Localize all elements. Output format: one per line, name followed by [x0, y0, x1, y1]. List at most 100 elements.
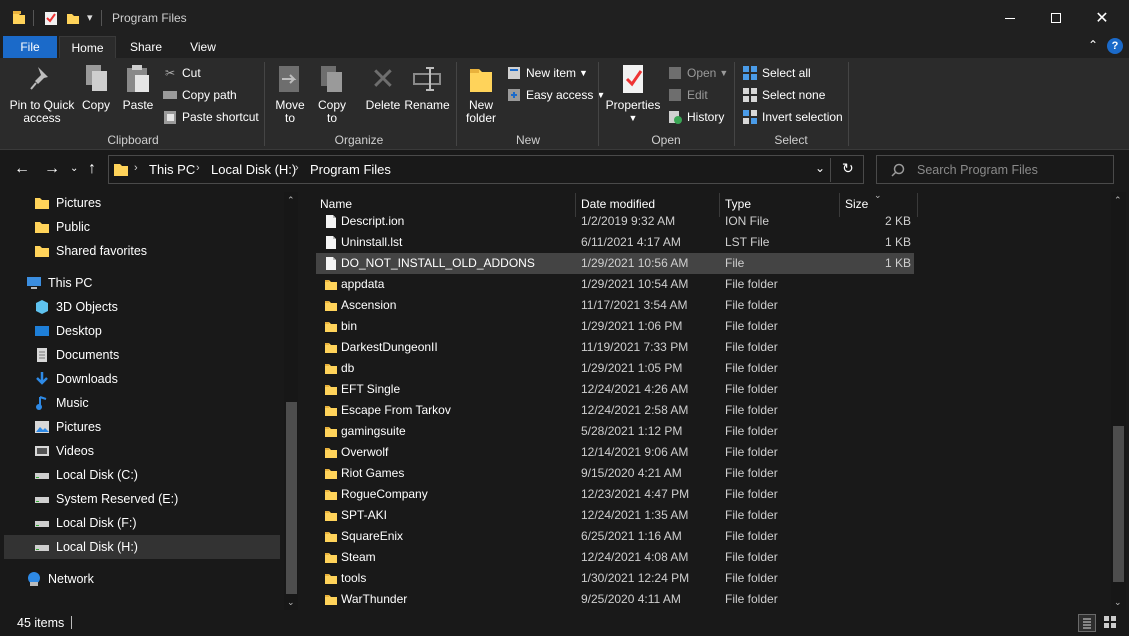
- table-row[interactable]: Riot Games 9/15/2020 4:21 AM File folder: [316, 463, 914, 484]
- nav-item-label: Downloads: [56, 372, 118, 386]
- nav-item[interactable]: Local Disk (F:): [0, 511, 282, 535]
- forward-button[interactable]: →: [44, 160, 60, 178]
- column-divider[interactable]: [917, 193, 918, 217]
- scroll-up-icon[interactable]: ⌃: [287, 195, 295, 206]
- file-type: File folder: [725, 382, 778, 396]
- paste-shortcut-button[interactable]: Paste shortcut: [162, 107, 259, 127]
- invert-selection-button[interactable]: Invert selection: [742, 107, 843, 127]
- new-folder-button[interactable]: New folder: [461, 62, 501, 130]
- new-folder-icon[interactable]: [66, 10, 80, 26]
- file-size: 2 KB: [884, 214, 911, 228]
- table-row[interactable]: Steam 12/24/2021 4:08 AM File folder: [316, 547, 914, 568]
- nav-item[interactable]: Public: [0, 215, 282, 239]
- delete-button[interactable]: ✕ Delete: [364, 62, 402, 130]
- maximize-button[interactable]: [1033, 0, 1079, 36]
- table-row[interactable]: RogueCompany 12/23/2021 4:47 PM File folde…: [316, 484, 914, 505]
- cut-button[interactable]: ✂ Cut: [162, 63, 201, 83]
- table-row[interactable]: WarThunder 9/25/2020 4:11 AM File folder: [316, 589, 914, 610]
- scroll-up-icon[interactable]: ⌃: [1114, 195, 1122, 206]
- pin-to-quick-access-button[interactable]: Pin to Quick access: [6, 62, 78, 130]
- easy-access-button[interactable]: Easy access ▼: [506, 85, 605, 105]
- tab-home[interactable]: Home: [59, 36, 116, 58]
- new-item-button[interactable]: New item ▼: [506, 63, 588, 83]
- group-divider: [456, 62, 457, 146]
- nav-item[interactable]: This PC: [0, 271, 282, 295]
- table-row[interactable]: SquareEnix 6/25/2021 1:16 AM File folder: [316, 526, 914, 547]
- paste-button[interactable]: Paste: [120, 62, 156, 130]
- tab-file[interactable]: File: [3, 36, 57, 58]
- table-row[interactable]: EFT Single 12/24/2021 4:26 AM File folder: [316, 379, 914, 400]
- table-row[interactable]: Descript.ion 1/2/2019 9:32 AM ION File 2 KB: [316, 211, 914, 232]
- column-header-name[interactable]: Name: [320, 197, 352, 211]
- file-date-modified: 1/29/2021 10:56 AM: [581, 256, 689, 270]
- table-row[interactable]: DO_NOT_INSTALL_OLD_ADDONS 1/29/2021 10:56…: [316, 253, 914, 274]
- column-header-size[interactable]: Size: [845, 197, 868, 211]
- nav-item[interactable]: Pictures: [0, 191, 282, 215]
- copy-to-button[interactable]: Copy to: [314, 62, 350, 130]
- navigation-tree: Pictures Public Shared favorites This PC 3D …: [0, 191, 282, 601]
- breadcrumb-local-disk-h[interactable]: Local Disk (H:): [211, 162, 296, 177]
- address-dropdown-button[interactable]: ⌄: [815, 161, 825, 175]
- details-view-button[interactable]: [1078, 614, 1096, 632]
- scroll-down-icon[interactable]: ⌄: [287, 597, 295, 608]
- table-row[interactable]: Uninstall.lst 6/11/2021 4:17 AM LST File 1 …: [316, 232, 914, 253]
- table-row[interactable]: appdata 1/29/2021 10:54 AM File folder: [316, 274, 914, 295]
- table-row[interactable]: db 1/29/2021 1:05 PM File folder: [316, 358, 914, 379]
- tab-share[interactable]: Share: [118, 36, 174, 58]
- paste-shortcut-label: Paste shortcut: [182, 110, 259, 124]
- nav-item[interactable]: Local Disk (C:): [0, 463, 282, 487]
- nav-item[interactable]: Music: [0, 391, 282, 415]
- nav-item[interactable]: Local Disk (H:): [4, 535, 280, 559]
- file-type: File folder: [725, 298, 778, 312]
- nav-scrollbar-thumb[interactable]: [286, 402, 297, 594]
- close-button[interactable]: ✕: [1079, 0, 1125, 36]
- refresh-button[interactable]: ↻: [842, 160, 854, 177]
- nav-item[interactable]: Downloads: [0, 367, 282, 391]
- sort-indicator-icon: ⌄: [874, 190, 882, 200]
- nav-item[interactable]: Documents: [0, 343, 282, 367]
- column-header-date-modified[interactable]: Date modified: [581, 197, 655, 211]
- column-header-type[interactable]: Type: [725, 197, 751, 211]
- large-icons-view-button[interactable]: [1102, 614, 1120, 632]
- scroll-down-icon[interactable]: ⌄: [1114, 597, 1122, 608]
- table-row[interactable]: tools 1/30/2021 12:24 PM File folder: [316, 568, 914, 589]
- table-row[interactable]: SPT-AKI 12/24/2021 1:35 AM File folder: [316, 505, 914, 526]
- table-row[interactable]: gamingsuite 5/28/2021 1:12 PM File folder: [316, 421, 914, 442]
- history-button[interactable]: History: [667, 107, 724, 127]
- documents-icon: [34, 347, 50, 363]
- tab-view[interactable]: View: [176, 36, 230, 58]
- table-row[interactable]: Escape From Tarkov 12/24/2021 2:58 AM File…: [316, 400, 914, 421]
- qat-dropdown-icon[interactable]: ▾: [87, 11, 93, 24]
- copy-path-button[interactable]: Copy path: [162, 85, 237, 105]
- table-row[interactable]: Ascension 11/17/2021 3:54 AM File folder: [316, 295, 914, 316]
- table-row[interactable]: bin 1/29/2021 1:06 PM File folder: [316, 316, 914, 337]
- nav-item[interactable]: System Reserved (E:): [0, 487, 282, 511]
- recent-locations-button[interactable]: ⌄: [70, 163, 78, 174]
- nav-item[interactable]: Shared favorites: [0, 239, 282, 263]
- table-row[interactable]: DarkestDungeonII 11/19/2021 7:33 PM File f…: [316, 337, 914, 358]
- nav-item[interactable]: 3D Objects: [0, 295, 282, 319]
- edit-button[interactable]: Edit: [667, 85, 708, 105]
- back-button[interactable]: ←: [14, 160, 30, 178]
- help-icon[interactable]: ?: [1107, 38, 1123, 54]
- collapse-ribbon-icon[interactable]: ⌃: [1088, 38, 1098, 52]
- breadcrumb-program-files[interactable]: Program Files: [310, 162, 391, 177]
- rename-button[interactable]: Rename: [404, 62, 450, 130]
- minimize-button[interactable]: [987, 0, 1033, 36]
- nav-item[interactable]: Videos: [0, 439, 282, 463]
- file-date-modified: 12/24/2021 2:58 AM: [581, 403, 689, 417]
- move-to-button[interactable]: Move to: [272, 62, 308, 130]
- select-all-button[interactable]: Select all: [742, 63, 811, 83]
- copy-button[interactable]: Copy: [80, 62, 112, 130]
- select-none-button[interactable]: Select none: [742, 85, 825, 105]
- breadcrumb-this-pc[interactable]: This PC: [149, 162, 195, 177]
- nav-item[interactable]: Desktop: [0, 319, 282, 343]
- table-row[interactable]: Overwolf 12/14/2021 9:06 AM File folder: [316, 442, 914, 463]
- nav-item[interactable]: Network: [0, 567, 282, 591]
- properties-button[interactable]: Properties ▼: [604, 62, 662, 130]
- nav-item[interactable]: Pictures: [0, 415, 282, 439]
- up-button[interactable]: ↑: [88, 160, 96, 178]
- open-button[interactable]: Open ▼: [667, 63, 728, 83]
- file-list-scrollbar-thumb[interactable]: [1113, 426, 1124, 582]
- properties-icon[interactable]: [44, 10, 58, 26]
